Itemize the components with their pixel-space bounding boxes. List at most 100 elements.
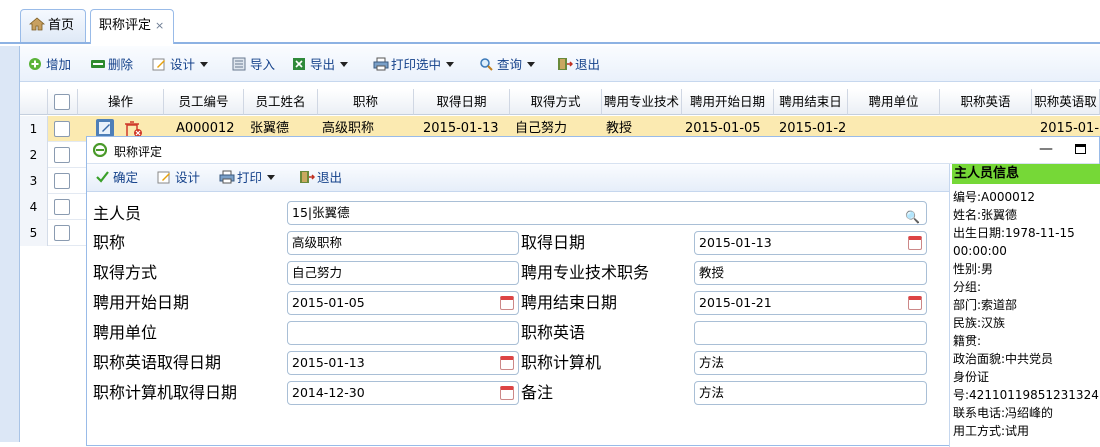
row-checkbox[interactable] xyxy=(54,121,70,137)
calendar-icon[interactable] xyxy=(908,296,922,310)
unit-label: 聘用单位 xyxy=(93,323,158,342)
info-line: 号:42110119851231324 xyxy=(953,388,1099,402)
end-label: 聘用结束日期 xyxy=(521,293,618,312)
import-button[interactable]: 导入 xyxy=(232,56,275,74)
select-all-checkbox[interactable] xyxy=(54,94,70,110)
get-way-label: 取得方式 xyxy=(93,263,158,282)
comp-value: 方法 xyxy=(699,355,725,370)
check-icon xyxy=(95,170,109,184)
chevron-down-icon xyxy=(527,62,536,67)
get-way-input[interactable]: 自己努力 xyxy=(287,261,519,285)
import-icon xyxy=(232,57,246,71)
col-header[interactable]: 取得方式 xyxy=(510,89,602,115)
dialog-design-button[interactable]: 设计 xyxy=(157,169,200,187)
row-number: 5 xyxy=(20,220,48,246)
col-header[interactable]: 聘用结束日 xyxy=(774,89,848,115)
col-header[interactable]: 取得日期 xyxy=(414,89,510,115)
export-button[interactable]: 导出 xyxy=(292,56,349,74)
add-button[interactable]: 增加 xyxy=(28,56,71,74)
col-header[interactable]: 职称 xyxy=(318,89,414,115)
row-number: 2 xyxy=(20,142,48,168)
dialog-exit-button[interactable]: 退出 xyxy=(299,169,342,187)
design-button[interactable]: 设计 xyxy=(152,56,209,74)
close-icon[interactable]: × xyxy=(155,19,164,32)
query-button[interactable]: 查询 xyxy=(479,56,536,74)
delete-label: 删除 xyxy=(108,57,134,72)
get-date-input[interactable]: 2015-01-13 xyxy=(694,231,927,255)
row-checkbox[interactable] xyxy=(54,199,70,215)
comp-date-input[interactable]: 2014-12-30 xyxy=(287,381,519,405)
prof-input[interactable]: 教授 xyxy=(694,261,927,285)
row-checkbox[interactable] xyxy=(54,225,70,241)
info-line: 籍贯: xyxy=(953,334,982,348)
end-input[interactable]: 2015-01-21 xyxy=(694,291,927,315)
tab-home[interactable]: 首页 xyxy=(20,9,86,42)
chevron-down-icon xyxy=(340,62,349,67)
master-value: 15|张翼德 xyxy=(292,205,350,220)
eng-date-label: 职称英语取得日期 xyxy=(93,353,222,372)
select-all-header[interactable] xyxy=(48,89,78,115)
maximize-button[interactable] xyxy=(1075,144,1086,154)
col-header[interactable]: 员工编号 xyxy=(164,89,244,115)
unit-input[interactable] xyxy=(287,321,519,345)
calendar-icon[interactable] xyxy=(500,386,514,400)
eng-date-input[interactable]: 2015-01-13 xyxy=(287,351,519,375)
dialog-exit-label: 退出 xyxy=(317,170,343,185)
dialog-design-label: 设计 xyxy=(175,170,201,185)
comp-date-label: 职称计算机取得日期 xyxy=(93,383,238,402)
search-icon[interactable]: 🔍 xyxy=(905,206,920,224)
info-line: 用工方式:试用 xyxy=(953,424,1030,438)
eng-input[interactable] xyxy=(694,321,927,345)
start-input[interactable]: 2015-01-05 xyxy=(287,291,519,315)
chevron-down-icon xyxy=(200,62,209,67)
master-input[interactable]: 15|张翼德 🔍 xyxy=(287,201,927,225)
printer-icon xyxy=(219,170,235,184)
info-line: 姓名:张翼德 xyxy=(953,208,1018,222)
start-label: 聘用开始日期 xyxy=(93,293,190,312)
row-checkbox[interactable] xyxy=(54,173,70,189)
chevron-down-icon xyxy=(267,175,276,180)
col-header[interactable]: 职称英语 xyxy=(940,89,1032,115)
col-header[interactable]: 员工姓名 xyxy=(244,89,318,115)
edit-icon[interactable] xyxy=(96,119,114,137)
export-label: 导出 xyxy=(310,57,336,72)
col-header[interactable]: 聘用开始日期 xyxy=(682,89,774,115)
title-label: 职称 xyxy=(93,233,126,252)
confirm-label: 确定 xyxy=(113,170,139,185)
comp-input[interactable]: 方法 xyxy=(694,351,927,375)
master-info-panel: 主人员信息 编号:A000012 姓名:张翼德 出生日期:1978-11-15 … xyxy=(949,164,1100,447)
row-checkbox[interactable] xyxy=(54,147,70,163)
calendar-icon[interactable] xyxy=(500,356,514,370)
info-line: 00:00:00 xyxy=(953,244,1007,258)
dialog-print-button[interactable]: 打印 xyxy=(219,169,276,187)
confirm-button[interactable]: 确定 xyxy=(95,169,138,187)
col-header[interactable]: 聘用单位 xyxy=(848,89,940,115)
remark-input[interactable]: 方法 xyxy=(694,381,927,405)
printer-icon xyxy=(373,57,389,71)
calendar-icon[interactable] xyxy=(500,296,514,310)
eng-label: 职称英语 xyxy=(521,323,586,342)
left-strip xyxy=(0,46,20,442)
info-line: 政治面貌:中共党员 xyxy=(953,352,1054,366)
exit-button[interactable]: 退出 xyxy=(557,56,600,74)
print-selected-button[interactable]: 打印选中 xyxy=(373,56,455,74)
calendar-icon[interactable] xyxy=(908,236,922,250)
prof-value: 教授 xyxy=(699,265,725,280)
tab-title-evaluation-label: 职称评定 xyxy=(99,18,152,33)
col-header[interactable]: 职称英语取 xyxy=(1032,89,1100,115)
exit-icon xyxy=(299,170,316,184)
col-header[interactable]: 操作 xyxy=(78,89,164,115)
print-selected-label: 打印选中 xyxy=(391,57,442,72)
info-line: 联系电话:冯绍峰的 xyxy=(953,406,1054,420)
comp-date-value: 2014-12-30 xyxy=(292,385,365,400)
rownum-header xyxy=(20,89,48,115)
minimize-button[interactable]: — xyxy=(1039,141,1053,157)
title-input[interactable]: 高级职称 xyxy=(287,231,519,255)
info-line: 编号:A000012 xyxy=(953,190,1036,204)
col-header[interactable]: 聘用专业技术 xyxy=(602,89,682,115)
delete-button[interactable]: 删除 xyxy=(90,56,133,74)
info-line: 性别:男 xyxy=(953,262,994,276)
dialog-titlebar[interactable]: 职称评定 — xyxy=(87,137,1099,164)
tab-title-evaluation[interactable]: 职称评定 × xyxy=(90,9,174,44)
pencil-icon xyxy=(152,57,166,71)
